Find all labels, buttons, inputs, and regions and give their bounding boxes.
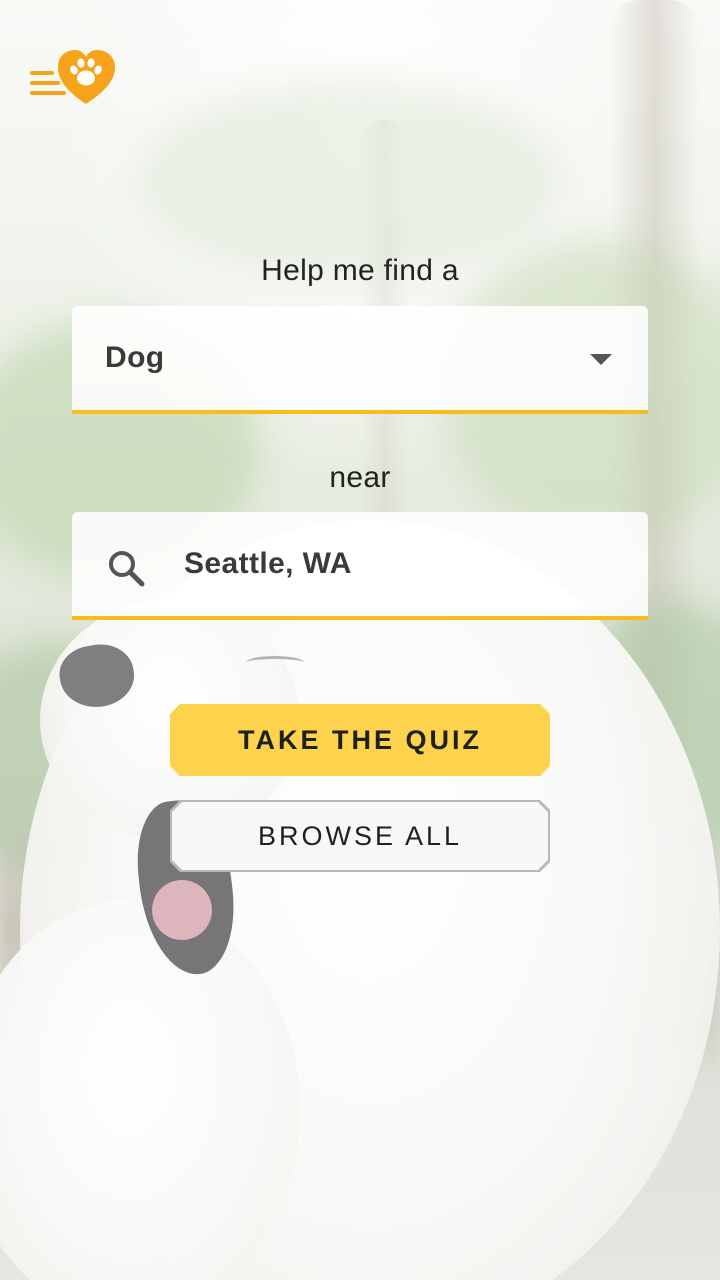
location-search-field[interactable] (72, 512, 648, 620)
heart-paw-icon (30, 50, 115, 104)
find-prompt-label: Help me find a (261, 254, 459, 287)
search-icon (109, 551, 145, 587)
pet-type-value: Dog (105, 341, 165, 374)
background-photo (0, 0, 720, 1280)
menu-logo-button[interactable] (28, 48, 120, 108)
take-quiz-button[interactable]: TAKE THE QUIZ (170, 704, 550, 776)
near-label: near (329, 461, 391, 494)
pet-type-select[interactable]: Dog (72, 306, 648, 414)
browse-all-button[interactable]: BROWSE ALL (172, 802, 548, 870)
location-input[interactable] (184, 512, 624, 616)
caret-down-icon (590, 354, 612, 365)
